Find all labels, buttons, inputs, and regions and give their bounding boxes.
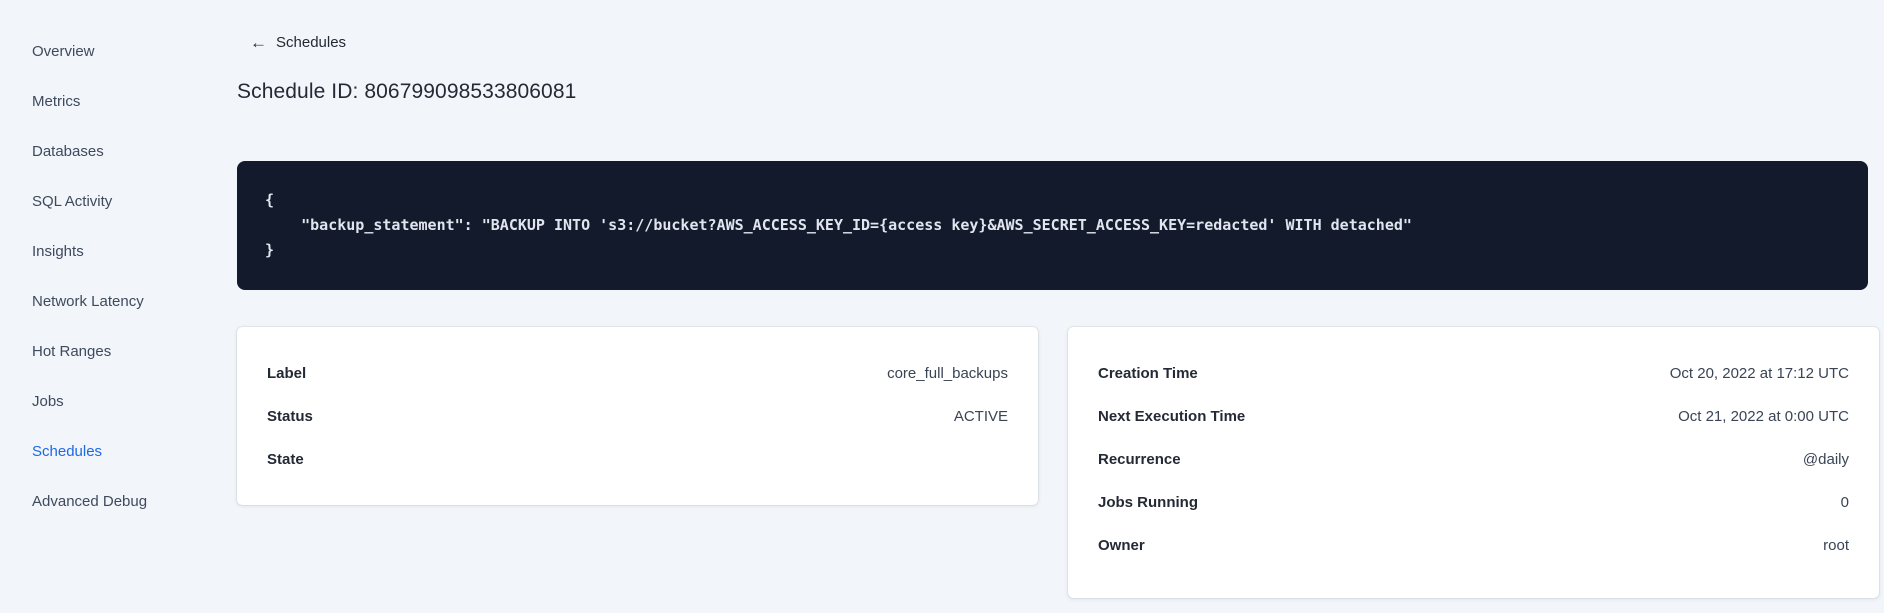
code-line: { (265, 191, 275, 209)
sidebar-item-sql-activity[interactable]: SQL Activity (0, 176, 237, 226)
detail-row: State (267, 438, 1008, 481)
back-arrow-icon: ← (250, 33, 267, 52)
sidebar-item-overview[interactable]: Overview (0, 26, 237, 76)
detail-value: @daily (1802, 451, 1849, 468)
detail-label: Label (267, 365, 307, 382)
schedule-summary-card: Label core_full_backups Status ACTIVE St… (237, 327, 1038, 505)
schedule-details-page: { "sidebar": { "items": [ {"label": "Ove… (0, 0, 1884, 613)
sidebar: Overview Metrics Databases SQL Activity … (0, 0, 237, 613)
detail-label: Status (267, 408, 313, 425)
detail-label: Next Execution Time (1098, 408, 1246, 425)
sidebar-item-jobs[interactable]: Jobs (0, 376, 237, 426)
detail-row: Jobs Running 0 (1098, 481, 1849, 524)
detail-label: Creation Time (1098, 365, 1198, 382)
detail-row: Recurrence @daily (1098, 438, 1849, 481)
detail-row: Creation Time Oct 20, 2022 at 17:12 UTC (1098, 352, 1849, 395)
page-title: Schedule ID: 806799098533806081 (237, 80, 577, 103)
app: Overview Metrics Databases SQL Activity … (0, 0, 1884, 613)
code-line: } (265, 241, 275, 259)
detail-value: 0 (1840, 494, 1849, 511)
sidebar-item-hot-ranges[interactable]: Hot Ranges (0, 326, 237, 376)
detail-label: Jobs Running (1098, 494, 1198, 511)
summary-cards-row: Label core_full_backups Status ACTIVE St… (237, 327, 1880, 598)
detail-value: Oct 20, 2022 at 17:12 UTC (1669, 365, 1849, 382)
detail-value: root (1823, 537, 1849, 554)
sidebar-item-network-latency[interactable]: Network Latency (0, 276, 237, 326)
sidebar-item-insights[interactable]: Insights (0, 226, 237, 276)
detail-value: Oct 21, 2022 at 0:00 UTC (1678, 408, 1849, 425)
schedule-definition-code-block: { "backup_statement": "BACKUP INTO 's3:/… (237, 161, 1868, 290)
detail-row: Label core_full_backups (267, 352, 1008, 395)
schedule-timing-card: Creation Time Oct 20, 2022 at 17:12 UTC … (1068, 327, 1879, 598)
detail-row: Status ACTIVE (267, 395, 1008, 438)
code-line: "backup_statement": "BACKUP INTO 's3://b… (265, 216, 1412, 234)
sidebar-item-metrics[interactable]: Metrics (0, 76, 237, 126)
detail-value: core_full_backups (887, 365, 1008, 382)
breadcrumb-label: Schedules (276, 34, 347, 51)
detail-label: State (267, 451, 304, 468)
detail-label: Owner (1098, 537, 1145, 554)
detail-label: Recurrence (1098, 451, 1181, 468)
breadcrumb-back-link[interactable]: ← Schedules (250, 34, 346, 51)
detail-value: ACTIVE (953, 408, 1008, 425)
sidebar-item-advanced-debug[interactable]: Advanced Debug (0, 476, 237, 526)
sidebar-item-databases[interactable]: Databases (0, 126, 237, 176)
sidebar-item-schedules[interactable]: Schedules (0, 426, 237, 476)
main-content: ← Schedules Schedule ID: 806799098533806… (237, 0, 1880, 613)
detail-row: Next Execution Time Oct 21, 2022 at 0:00… (1098, 395, 1849, 438)
detail-row: Owner root (1098, 524, 1849, 567)
